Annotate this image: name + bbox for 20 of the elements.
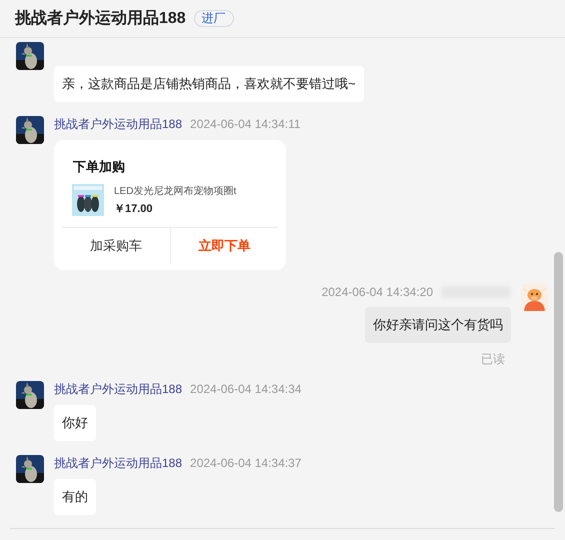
message-time: 2024-06-04 14:34:34 — [190, 381, 302, 397]
cow-avatar-icon — [521, 284, 548, 311]
sender-name: 挑战者户外运动用品188 — [54, 116, 182, 132]
product-name: LED发光尼龙网布宠物项圈t — [114, 185, 236, 199]
card-action-button[interactable]: 加采购车 — [62, 228, 170, 264]
product-price: ￥17.00 — [114, 202, 154, 217]
message-time: 2024-06-04 14:34:11 — [190, 116, 301, 132]
read-status: 已读 — [481, 351, 506, 367]
message-bubble: 你好 — [54, 405, 96, 441]
message-time: 2024-06-04 14:34:20 — [322, 284, 433, 300]
sender-name: 挑战者户外运动用品188 — [54, 455, 182, 471]
card-title: 下单加购 — [72, 158, 126, 176]
sender-name: 挑战者户外运动用品188 — [54, 381, 182, 397]
message-bubble: 有的 — [54, 479, 96, 515]
message-bubble: 你好亲请问这个有货吗 — [365, 307, 511, 343]
message-bubble: 亲，这款商品是店铺热销商品，喜欢就不要错过哦~ — [54, 66, 364, 102]
message-time: 2024-06-04 14:34:37 — [190, 455, 302, 471]
status-badge: 进厂 — [194, 10, 234, 27]
card-action-button[interactable]: 立即下单 — [170, 228, 278, 264]
shop-title: 挑战者户外运动用品188 — [15, 8, 186, 28]
